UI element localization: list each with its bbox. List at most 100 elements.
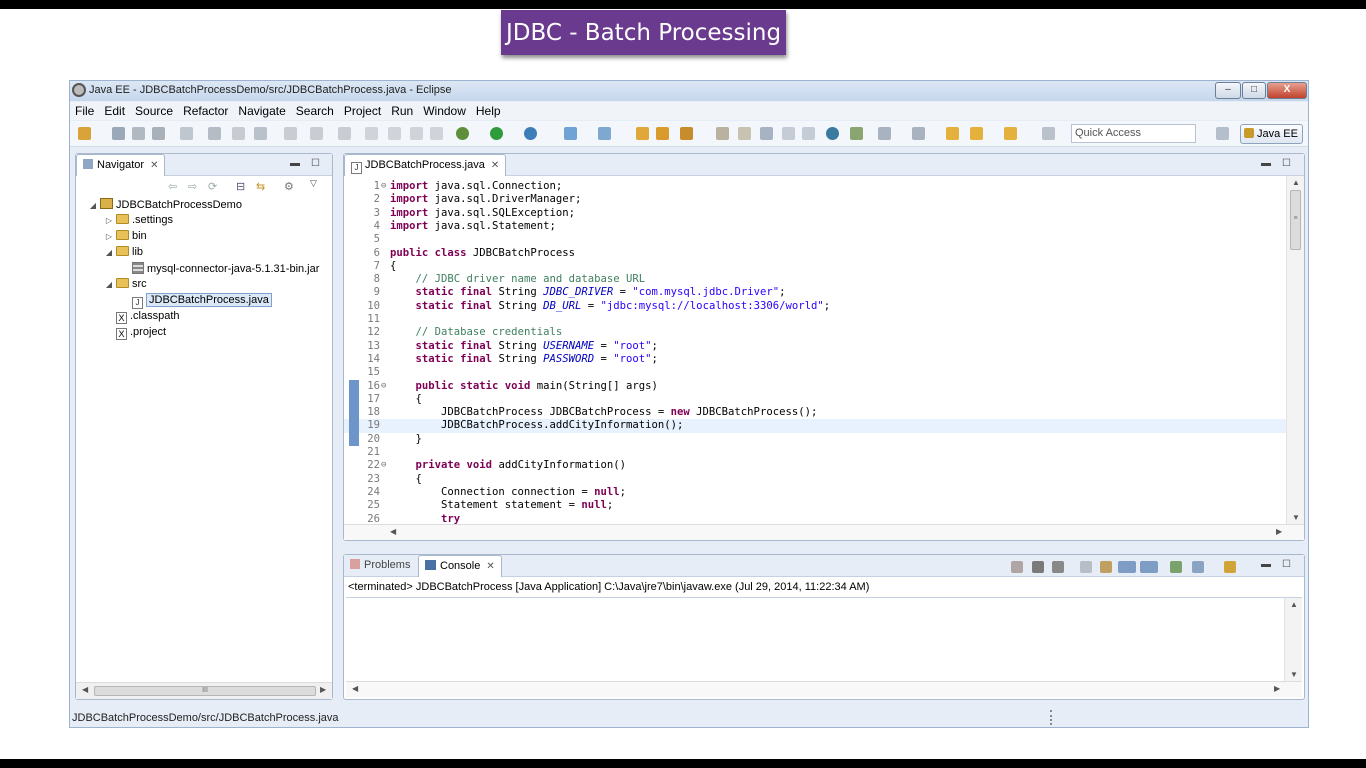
globe-icon[interactable] xyxy=(826,127,839,140)
collapsed-arrow-icon[interactable]: ▷ xyxy=(104,216,114,225)
toggle-mark-icon[interactable] xyxy=(232,127,245,140)
menu-refactor[interactable]: Refactor xyxy=(178,102,233,118)
scroll-right-icon[interactable]: ▶ xyxy=(320,685,326,694)
run-icon[interactable] xyxy=(490,127,503,140)
open-type-icon[interactable] xyxy=(636,127,649,140)
undo-icon[interactable] xyxy=(284,127,297,140)
java-ee-perspective-button[interactable]: Java EE xyxy=(1240,124,1303,144)
minimize-view-icon[interactable]: ▬ xyxy=(290,158,300,169)
tree-item-src[interactable]: ◢ src xyxy=(104,278,147,294)
pin-icon[interactable] xyxy=(716,127,729,140)
external-tools-icon[interactable] xyxy=(524,127,537,140)
tab-navigator[interactable]: Navigator ✕ xyxy=(76,154,166,176)
expanded-arrow-icon[interactable]: ◢ xyxy=(104,248,114,257)
code-line[interactable]: 14 static final String PASSWORD = "root"… xyxy=(344,353,1286,366)
code-line[interactable]: 18 JDBCBatchProcess JDBCBatchProcess = n… xyxy=(344,406,1286,419)
whitespace-icon[interactable] xyxy=(802,127,815,140)
minimize-view-icon[interactable]: ▬ xyxy=(1261,158,1271,169)
fold-toggle-icon[interactable]: ⊖ xyxy=(381,459,386,472)
maximize-view-icon[interactable]: ☐ xyxy=(1282,158,1291,169)
code-line[interactable]: 23 { xyxy=(344,473,1286,486)
scroll-left-icon[interactable]: ◀ xyxy=(352,684,358,693)
menu-source[interactable]: Source xyxy=(130,102,178,118)
code-line[interactable]: 24 Connection connection = null; xyxy=(344,486,1286,499)
save-all-icon[interactable] xyxy=(132,127,145,140)
scroll-lock-icon[interactable] xyxy=(1100,561,1112,573)
clear-console-icon[interactable] xyxy=(1080,561,1092,573)
code-line[interactable]: 2 import java.sql.DriverManager; xyxy=(344,193,1286,206)
console-horizontal-scrollbar[interactable]: ◀ ▶ xyxy=(346,681,1302,697)
scroll-down-icon[interactable]: ▼ xyxy=(1292,513,1300,522)
tree-item-settings[interactable]: ▷ .settings xyxy=(104,214,173,230)
collapsed-arrow-icon[interactable]: ▷ xyxy=(104,232,114,241)
code-line[interactable]: 22 ⊖ private void addCityInformation() xyxy=(344,459,1286,472)
menu-project[interactable]: Project xyxy=(339,102,386,118)
scroll-left-icon[interactable]: ◀ xyxy=(82,685,88,694)
tree-item-bin[interactable]: ▷ bin xyxy=(104,230,147,246)
close-icon[interactable]: ✕ xyxy=(486,561,494,572)
code-line[interactable]: 16 ⊖ public static void main(String[] arg… xyxy=(344,380,1286,393)
minimize-view-icon[interactable]: ▬ xyxy=(1261,559,1271,570)
fold-toggle-icon[interactable]: ⊖ xyxy=(381,180,386,193)
scroll-left-icon[interactable]: ◀ xyxy=(390,527,396,536)
code-line[interactable]: 15 xyxy=(344,366,1286,379)
menu-window[interactable]: Window xyxy=(418,102,471,118)
scroll-right-icon[interactable]: ▶ xyxy=(1274,684,1280,693)
new-server-icon[interactable] xyxy=(564,127,577,140)
pin-editor-icon[interactable] xyxy=(1042,127,1055,140)
tree-item-java-file[interactable]: J JDBCBatchProcess.java xyxy=(130,293,272,310)
prev-annotation-icon[interactable] xyxy=(912,127,925,140)
pen-icon[interactable] xyxy=(738,127,751,140)
close-icon[interactable]: ✕ xyxy=(491,160,499,171)
skip-breakpoints-icon[interactable] xyxy=(208,127,221,140)
maximize-button[interactable]: □ xyxy=(1242,82,1266,99)
format-icon[interactable] xyxy=(254,127,267,140)
menu-search[interactable]: Search xyxy=(291,102,339,118)
remove-all-icon[interactable] xyxy=(1052,561,1064,573)
suspend-icon[interactable] xyxy=(388,127,401,140)
editor-vertical-scrollbar[interactable]: ▲ ≡ ▼ xyxy=(1286,176,1304,524)
remove-launch-icon[interactable] xyxy=(1032,561,1044,573)
tab-problems[interactable]: Problems xyxy=(344,555,416,577)
maximize-view-icon[interactable]: ☐ xyxy=(311,158,320,169)
resume-icon[interactable] xyxy=(365,127,378,140)
terminate-icon[interactable] xyxy=(1011,561,1023,573)
code-line[interactable]: 5 xyxy=(344,233,1286,246)
scroll-thumb[interactable]: III xyxy=(94,686,316,696)
code-line[interactable]: 10 static final String DB_URL = "jdbc:my… xyxy=(344,300,1286,313)
open-resource-icon[interactable] xyxy=(656,127,669,140)
forward-nav-icon[interactable] xyxy=(1004,127,1017,140)
maximize-view-icon[interactable]: ☐ xyxy=(1282,559,1291,570)
tab-console[interactable]: Console ✕ xyxy=(418,555,502,577)
redo-icon[interactable] xyxy=(310,127,323,140)
menu-file[interactable]: File xyxy=(70,102,99,118)
quick-access-input[interactable]: Quick Access xyxy=(1071,124,1196,143)
code-line[interactable]: 20 } xyxy=(344,433,1286,446)
code-line[interactable]: 26 try xyxy=(344,513,1286,525)
new-icon[interactable] xyxy=(78,127,91,140)
stop-icon[interactable] xyxy=(410,127,423,140)
tab-jdbcbatchprocess-java[interactable]: J JDBCBatchProcess.java ✕ xyxy=(344,154,507,176)
code-line[interactable]: 11 xyxy=(344,313,1286,326)
code-line[interactable]: 13 static final String USERNAME = "root"… xyxy=(344,340,1286,353)
code-line[interactable]: 12 // Database credentials xyxy=(344,326,1286,339)
new-web-icon[interactable] xyxy=(598,127,611,140)
expanded-arrow-icon[interactable]: ◢ xyxy=(88,201,98,210)
close-button[interactable]: X xyxy=(1267,82,1307,99)
debug-icon[interactable] xyxy=(456,127,469,140)
console-vertical-scrollbar[interactable]: ▲ ▼ xyxy=(1284,598,1302,681)
last-edit-icon[interactable] xyxy=(946,127,959,140)
code-line[interactable]: 19 JDBCBatchProcess.addCityInformation()… xyxy=(344,419,1286,433)
open-perspective-icon[interactable] xyxy=(1216,127,1229,140)
scroll-up-icon[interactable]: ▲ xyxy=(1292,178,1300,187)
tree-item-lib[interactable]: ◢ lib xyxy=(104,246,143,262)
minimize-button[interactable]: – xyxy=(1215,82,1241,99)
next-annotation-icon[interactable] xyxy=(878,127,891,140)
code-line[interactable]: 8 // JDBC driver name and database URL xyxy=(344,273,1286,286)
code-editor[interactable]: 1 ⊖ import java.sql.Connection; 2 import jav… xyxy=(344,176,1286,524)
scroll-right-icon[interactable]: ▶ xyxy=(1276,527,1282,536)
code-line[interactable]: 25 Statement statement = null; xyxy=(344,499,1286,512)
annotation-icon[interactable] xyxy=(850,127,863,140)
disconnect-icon[interactable] xyxy=(430,127,443,140)
expanded-arrow-icon[interactable]: ◢ xyxy=(104,280,114,289)
